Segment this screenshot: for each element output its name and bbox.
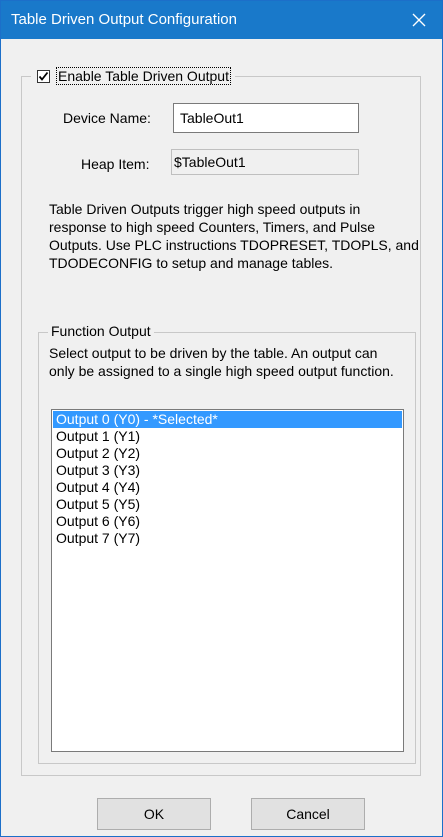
function-output-legend: Function Output: [48, 322, 154, 340]
cancel-button[interactable]: Cancel: [251, 798, 365, 830]
list-item-output-3[interactable]: Output 3 (Y3): [53, 462, 402, 479]
list-item-output-2[interactable]: Output 2 (Y2): [53, 445, 402, 462]
close-icon: [412, 13, 426, 27]
device-name-input[interactable]: [173, 103, 359, 133]
enable-checkbox-label[interactable]: Enable Table Driven Output: [56, 67, 231, 85]
function-output-description: Select output to be driven by the table.…: [49, 345, 394, 379]
close-button[interactable]: [396, 1, 442, 39]
list-item-output-7[interactable]: Output 7 (Y7): [53, 530, 402, 547]
heap-item-field: $TableOut1: [171, 149, 359, 175]
dialog-window: Table Driven Output Configuration Enable…: [0, 0, 443, 837]
list-item-output-1[interactable]: Output 1 (Y1): [53, 428, 402, 445]
enable-checkbox-row[interactable]: Enable Table Driven Output: [31, 66, 235, 86]
enable-checkbox[interactable]: [37, 69, 50, 83]
window-title: Table Driven Output Configuration: [11, 11, 237, 28]
heap-item-label: Heap Item:: [81, 156, 150, 172]
title-bar[interactable]: Table Driven Output Configuration: [1, 1, 442, 39]
list-item-output-6[interactable]: Output 6 (Y6): [53, 513, 402, 530]
device-name-label: Device Name:: [63, 110, 151, 126]
output-listbox[interactable]: Output 0 (Y0) - *Selected* Output 1 (Y1)…: [51, 409, 404, 752]
ok-button[interactable]: OK: [97, 798, 211, 830]
checkmark-icon: [38, 71, 49, 81]
list-item-output-4[interactable]: Output 4 (Y4): [53, 479, 402, 496]
list-item-output-5[interactable]: Output 5 (Y5): [53, 496, 402, 513]
description-text: Table Driven Outputs trigger high speed …: [49, 201, 419, 271]
list-item-output-0[interactable]: Output 0 (Y0) - *Selected*: [53, 411, 402, 428]
